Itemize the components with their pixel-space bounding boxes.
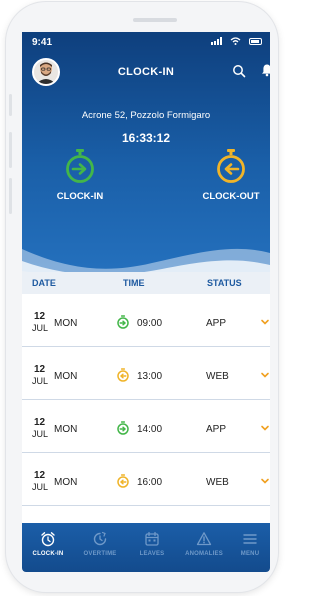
row-day: 12 [34, 470, 46, 481]
tab-label: MENU [240, 551, 260, 557]
menu-icon [243, 534, 257, 544]
chevron-down-icon[interactable] [260, 476, 270, 486]
status-time: 9:41 [32, 37, 53, 48]
clock-out-label: CLOCK-OUT [202, 191, 260, 202]
table-row[interactable]: 12 JUL MON 09:00 APP [22, 294, 270, 347]
row-month: JUL [32, 429, 49, 439]
clock-in-button[interactable]: CLOCK-IN [40, 148, 120, 202]
row-time: 16:00 [137, 477, 163, 488]
table-row[interactable]: 12 JUL MON 13:00 WEB [22, 347, 270, 400]
side-button [9, 132, 12, 168]
wifi-icon [230, 37, 241, 45]
speaker-grille [133, 18, 177, 22]
battery-icon [249, 37, 262, 45]
alarm-clock-icon [41, 532, 55, 547]
side-button [9, 94, 12, 116]
tab-label: OVERTIME [83, 551, 117, 557]
row-month: JUL [32, 323, 49, 333]
chevron-down-icon[interactable] [260, 317, 270, 327]
row-month: JUL [32, 482, 49, 492]
row-weekday: MON [54, 371, 78, 382]
row-weekday: MON [54, 318, 78, 329]
tab-clock-in[interactable]: CLOCK-IN [22, 531, 74, 557]
calendar-icon [145, 531, 159, 546]
current-time: 16:33:12 [121, 131, 171, 145]
signal-icon [211, 37, 222, 45]
app-screen: 9:41 CLOCK-IN Acrone 52, Pozzolo Formiga… [22, 32, 270, 572]
warning-icon [196, 532, 212, 546]
tab-menu[interactable]: MENU [230, 531, 270, 557]
overtime-icon [93, 531, 107, 546]
clock-out-icon [217, 149, 245, 183]
clock-in-label: CLOCK-IN [56, 191, 104, 202]
header-status: STATUS [207, 278, 242, 288]
clock-in-icon [66, 149, 94, 183]
tab-anomalies[interactable]: ANOMALIES [178, 531, 230, 557]
row-day: 12 [34, 311, 46, 322]
row-status: WEB [206, 371, 229, 382]
row-status: WEB [206, 477, 229, 488]
row-status: APP [206, 318, 227, 329]
row-weekday: MON [54, 424, 78, 435]
side-button [9, 178, 12, 214]
chevron-down-icon[interactable] [260, 423, 270, 433]
table-row[interactable]: 12 JUL MON 16:00 WEB [22, 453, 270, 506]
tab-label: LEAVES [139, 551, 165, 557]
header-date: DATE [32, 278, 56, 288]
clock-out-icon [117, 474, 129, 488]
bell-icon[interactable] [260, 63, 270, 77]
clock-in-icon [117, 315, 129, 329]
location-text: Acrone 52, Pozzolo Formigaro [81, 110, 211, 121]
clock-out-icon [117, 368, 129, 382]
table-row[interactable]: 12 JUL MON 14:00 APP [22, 400, 270, 453]
row-month: JUL [32, 376, 49, 386]
tab-overtime[interactable]: OVERTIME [74, 531, 126, 557]
row-time: 09:00 [137, 318, 163, 329]
clock-in-icon [117, 421, 129, 435]
status-icons [211, 37, 262, 45]
row-status: APP [206, 424, 227, 435]
bottom-tab-bar: CLOCK-IN OVERTIME LEAVES ANOMALIES MENU [22, 523, 270, 572]
table-header: DATE TIME STATUS [22, 272, 270, 294]
status-bar: 9:41 [22, 32, 270, 52]
tab-label: ANOMALIES [185, 551, 223, 557]
clock-out-button[interactable]: CLOCK-OUT [191, 148, 270, 202]
chevron-down-icon[interactable] [260, 370, 270, 380]
row-time: 14:00 [137, 424, 163, 435]
row-day: 12 [34, 364, 46, 375]
header-time: TIME [123, 278, 145, 288]
tab-label: CLOCK-IN [32, 551, 64, 557]
search-icon[interactable] [232, 64, 246, 78]
row-day: 12 [34, 417, 46, 428]
tab-leaves[interactable]: LEAVES [126, 531, 178, 557]
row-time: 13:00 [137, 371, 163, 382]
row-weekday: MON [54, 477, 78, 488]
clock-entries-list: 12 JUL MON 09:00 APP 12 JUL MON 13:00 WE… [22, 294, 270, 506]
